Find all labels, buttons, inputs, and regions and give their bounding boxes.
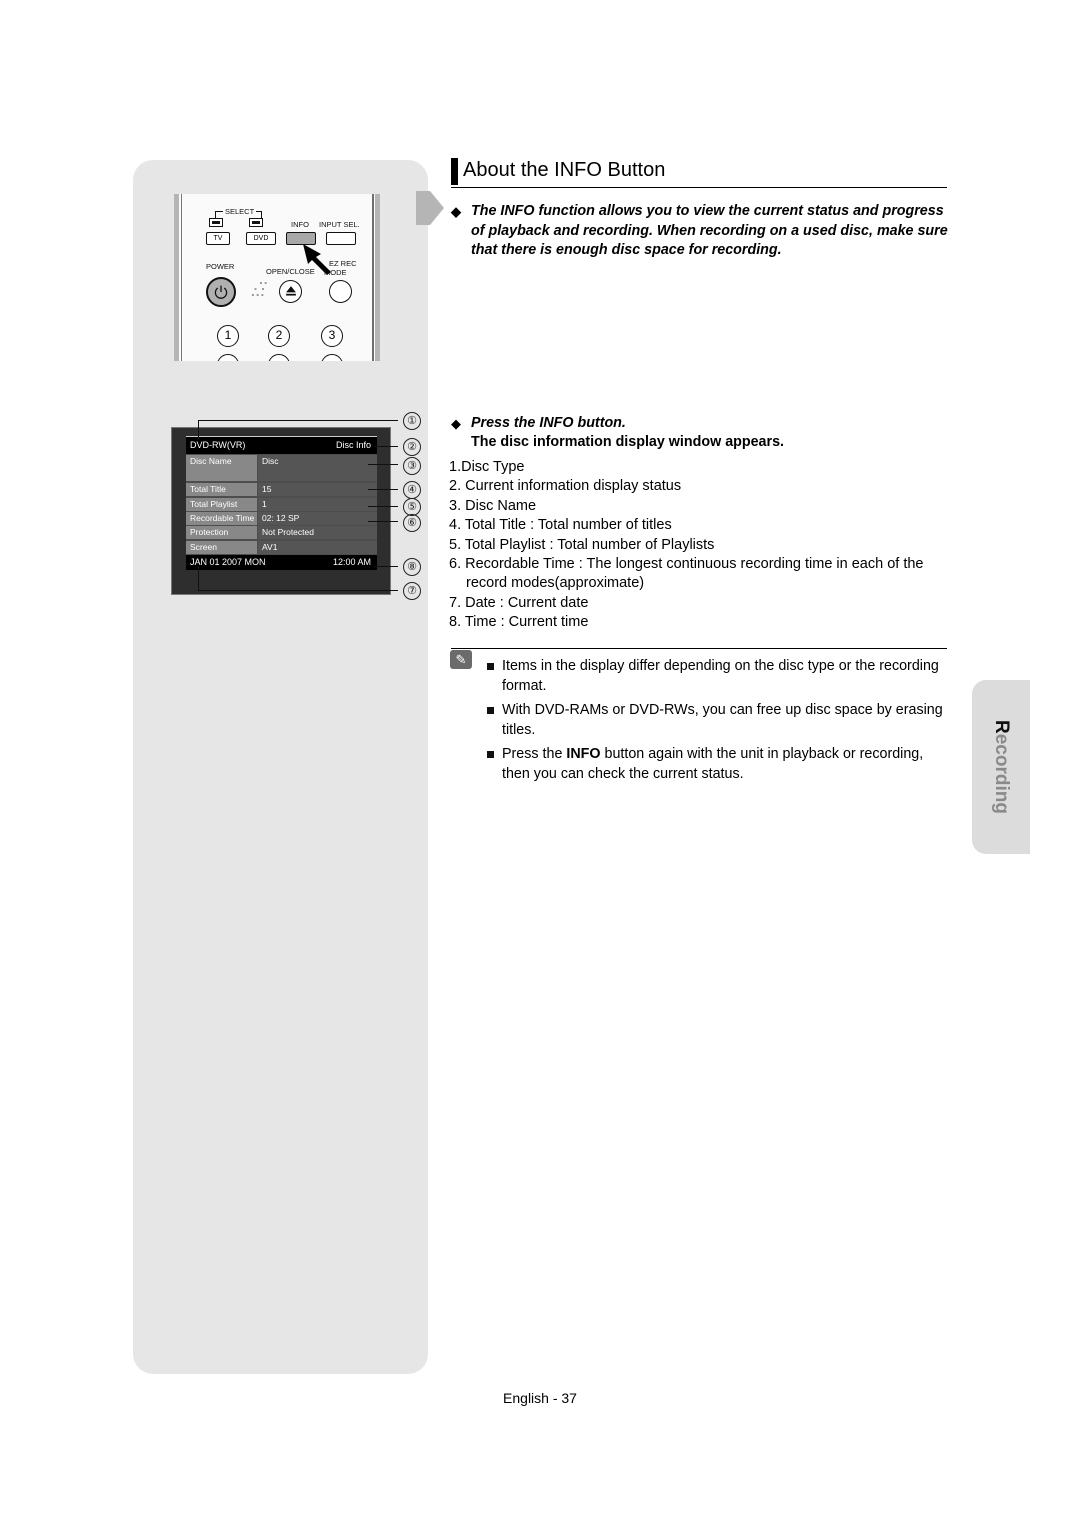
info-value: 1: [258, 498, 377, 511]
note-item: Items in the display differ depending on…: [487, 657, 947, 696]
input-sel-label: INPUT SEL.: [319, 220, 360, 229]
step-instruction: ◆ Press the INFO button. The disc inform…: [451, 414, 951, 452]
note-bold-text: INFO: [566, 746, 601, 762]
info-key: Total Title: [186, 483, 257, 496]
section-tab-text: Recording: [991, 720, 1012, 814]
remote-control-illustration: SELECT INFO INPUT SEL. TV DVD POWER OPEN…: [174, 194, 380, 361]
callout-8: ⑧: [403, 558, 421, 576]
power-label: POWER: [206, 262, 235, 271]
step-title: Press the INFO button.: [471, 415, 626, 431]
info-value: Not Protected: [258, 526, 377, 539]
open-close-label: OPEN/CLOSE: [266, 267, 315, 276]
page-footer: English - 37: [0, 1390, 1080, 1406]
list-item: 2. Current information display status: [449, 478, 682, 495]
info-row-disc-name: Disc Name Disc: [186, 455, 377, 481]
mode-label: MODE: [324, 268, 347, 277]
section-header: About the INFO Button: [451, 158, 947, 188]
item-list: 1.Disc Type 2. Current information displ…: [449, 458, 949, 633]
note-text: With DVD-RAMs or DVD-RWs, you can free u…: [502, 702, 943, 738]
tv-button[interactable]: TV: [206, 232, 230, 245]
ez-rec-mode-button[interactable]: [329, 280, 352, 303]
callout-line-6: [368, 521, 398, 522]
note-text: Items in the display differ depending on…: [502, 658, 939, 694]
square-bullet-icon: [487, 663, 494, 670]
notes-list: Items in the display differ depending on…: [487, 657, 947, 789]
info-screen-header: DVD-RW(VR) Disc Info: [186, 437, 377, 454]
list-item: 7. Date : Current date: [449, 594, 589, 611]
section-tab-label: Recording: [972, 680, 1030, 854]
info-value: 15: [258, 483, 377, 496]
callout-line-8: [374, 566, 398, 567]
intro-text: The INFO function allows you to view the…: [471, 203, 948, 258]
step-result: The disc information display window appe…: [471, 434, 784, 450]
callout-6: ⑥: [403, 514, 421, 532]
eject-icon: [285, 286, 296, 296]
list-item: 3. Disc Name: [449, 497, 537, 514]
note-pencil-icon: ✎: [450, 650, 472, 669]
current-date: JAN 01 2007 MON: [190, 557, 266, 567]
info-value: 02: 12 SP: [258, 512, 377, 525]
note-text: Press the: [502, 746, 567, 762]
dvd-indicator: [249, 218, 263, 227]
title-bar-marker: [451, 158, 458, 185]
list-item: 4. Total Title : Total number of titles: [449, 517, 672, 534]
digit-3-button[interactable]: 3: [321, 325, 343, 347]
square-bullet-icon: [487, 707, 494, 714]
info-value: AV1: [258, 541, 377, 554]
disc-type: DVD-RW(VR): [190, 440, 246, 450]
info-key: Recordable Time: [186, 512, 257, 525]
callout-line-1: [198, 420, 199, 440]
callout-2: ②: [403, 438, 421, 456]
callout-line-2: [374, 446, 398, 447]
callout-line-1h: [198, 420, 398, 421]
info-key: Protection: [186, 526, 257, 539]
callout-line-7: [198, 590, 398, 591]
note-divider: [451, 648, 947, 649]
power-button[interactable]: [206, 277, 236, 307]
page-title: About the INFO Button: [463, 159, 666, 181]
connector-arrow-icon: [416, 191, 444, 225]
ez-rec-label: EZ REC: [329, 259, 357, 268]
select-label: SELECT: [223, 207, 257, 216]
list-item: 6. Recordable Time : The longest continu…: [449, 556, 924, 592]
info-key: Disc Name: [186, 455, 257, 481]
open-close-button[interactable]: [279, 280, 302, 303]
callout-line-5: [368, 506, 398, 507]
info-label: INFO: [291, 220, 309, 229]
callout-7: ⑦: [403, 582, 421, 600]
intro-paragraph: ◆ The INFO function allows you to view t…: [451, 202, 951, 261]
diamond-bullet-icon: ◆: [451, 204, 461, 219]
tv-indicator: [209, 218, 223, 227]
square-bullet-icon: [487, 751, 494, 758]
list-item: 8. Time : Current time: [449, 614, 589, 631]
callout-line-4: [368, 489, 398, 490]
info-screen: DVD-RW(VR) Disc Info Disc Name Disc Tota…: [186, 436, 377, 570]
digit-5-button[interactable]: [268, 354, 290, 361]
callout-line-3: [368, 464, 398, 465]
callout-4: ④: [403, 481, 421, 499]
note-item: Press the INFO button again with the uni…: [487, 745, 947, 784]
note-item: With DVD-RAMs or DVD-RWs, you can free u…: [487, 701, 947, 740]
callout-1: ①: [403, 412, 421, 430]
digit-4-button[interactable]: [217, 354, 239, 361]
digit-2-button[interactable]: 2: [268, 325, 290, 347]
list-item: 5. Total Playlist : Total number of Play…: [449, 536, 715, 553]
callout-line-7v: [198, 566, 199, 590]
digit-1-button[interactable]: 1: [217, 325, 239, 347]
info-key: Screen: [186, 541, 257, 554]
callout-3: ③: [403, 457, 421, 475]
current-time: 12:00 AM: [332, 557, 371, 567]
dvd-button[interactable]: DVD: [246, 232, 276, 245]
info-value: Disc: [258, 455, 377, 481]
list-item: 1.Disc Type: [449, 459, 525, 475]
sensor-dots: ∘∘ ∘ ∘ ∘∘∘: [251, 281, 269, 299]
power-icon: [214, 285, 228, 299]
info-key: Total Playlist: [186, 498, 257, 511]
digit-6-button[interactable]: [321, 354, 343, 361]
display-status: Disc Info: [335, 440, 371, 450]
info-screen-footer: JAN 01 2007 MON 12:00 AM: [186, 555, 377, 570]
diamond-bullet-icon: ◆: [451, 416, 461, 431]
page-number: English - 37: [503, 1390, 577, 1406]
